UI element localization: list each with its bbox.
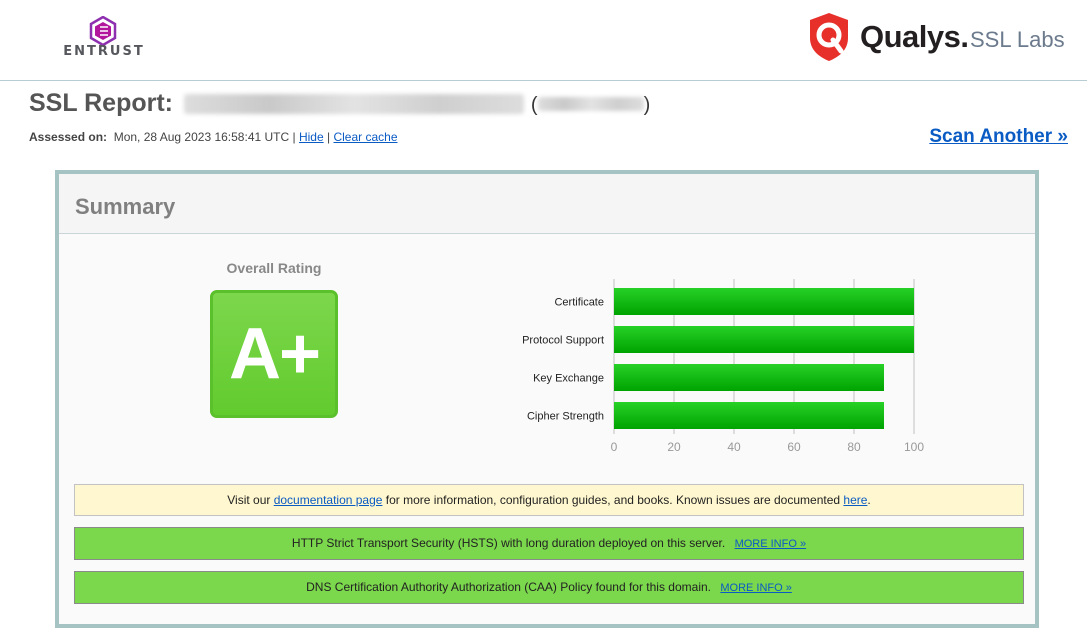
- ip-close-paren: ): [643, 94, 651, 116]
- qualys-wordmark: Qualys.: [860, 19, 969, 54]
- ssl-labs-wordmark: SSL Labs: [970, 27, 1065, 52]
- top-header: ENTRUST Qualys. SSL Labs: [0, 0, 1087, 81]
- caa-notice: DNS Certification Authority Authorizatio…: [74, 571, 1024, 604]
- bar-certificate: [614, 288, 914, 315]
- separator: |: [292, 130, 296, 144]
- hsts-notice: HTTP Strict Transport Security (HSTS) wi…: [74, 527, 1024, 560]
- title-prefix: SSL Report:: [29, 89, 173, 117]
- category-label: Key Exchange: [533, 373, 604, 385]
- summary-header: Summary: [59, 174, 1035, 234]
- scan-another-link[interactable]: Scan Another »: [929, 126, 1068, 148]
- x-tick-label: 80: [847, 440, 861, 454]
- hsts-text: HTTP Strict Transport Security (HSTS) wi…: [291, 536, 726, 550]
- hide-link[interactable]: Hide: [299, 130, 324, 144]
- redacted-hostname: [183, 94, 524, 115]
- redacted-ip: [537, 97, 644, 112]
- caa-text: DNS Certification Authority Authorizatio…: [306, 580, 711, 594]
- entrust-logo[interactable]: ENTRUST: [52, 16, 156, 62]
- known-issues-link[interactable]: here: [843, 493, 867, 507]
- bar-cipher-strength: [614, 402, 884, 429]
- assessed-label: Assessed on:: [29, 130, 108, 144]
- rating-bar-chart: 0 20 40 60 80 100 Certificate Protocol Support K…: [522, 279, 924, 454]
- x-tick-label: 20: [667, 440, 681, 454]
- summary-panel: Summary Overall Rating A+ 0 20 40 60 80 100 Ce…: [55, 170, 1039, 628]
- documentation-notice: Visit our documentation page for more in…: [74, 484, 1024, 516]
- entrust-hexagon-icon: [89, 16, 117, 46]
- bar-key-exchange: [614, 364, 884, 391]
- category-label: Cipher Strength: [527, 411, 604, 423]
- hsts-more-info-link[interactable]: MORE INFO »: [735, 538, 807, 550]
- assessed-timestamp: Mon, 28 Aug 2023 16:58:41 UTC: [113, 130, 290, 144]
- separator: |: [327, 130, 331, 144]
- notice-text: for more information, configuration guid…: [382, 493, 844, 507]
- entrust-wordmark: ENTRUST: [63, 44, 145, 59]
- x-tick-label: 0: [611, 440, 618, 454]
- overall-rating-label: Overall Rating: [226, 260, 322, 276]
- qualys-shield-icon: [810, 13, 848, 61]
- ip-open-paren: (: [530, 94, 538, 116]
- category-label: Protocol Support: [522, 335, 604, 347]
- category-label: Certificate: [554, 297, 604, 309]
- x-tick-label: 60: [787, 440, 801, 454]
- grade-badge: A+: [210, 290, 338, 418]
- assessed-line: Assessed on: Mon, 28 Aug 2023 16:58:41 U…: [29, 130, 398, 144]
- page-title: SSL Report: (): [29, 89, 650, 118]
- x-tick-label: 40: [727, 440, 741, 454]
- x-tick-label: 100: [904, 440, 924, 454]
- bar-protocol-support: [614, 326, 914, 353]
- caa-more-info-link[interactable]: MORE INFO »: [720, 582, 792, 594]
- clear-cache-link[interactable]: Clear cache: [333, 130, 397, 144]
- notice-text: .: [867, 493, 871, 507]
- summary-heading: Summary: [75, 194, 176, 219]
- notice-text: Visit our: [227, 493, 274, 507]
- documentation-page-link[interactable]: documentation page: [274, 493, 383, 507]
- qualys-ssl-labs-logo[interactable]: Qualys. SSL Labs: [808, 12, 1078, 62]
